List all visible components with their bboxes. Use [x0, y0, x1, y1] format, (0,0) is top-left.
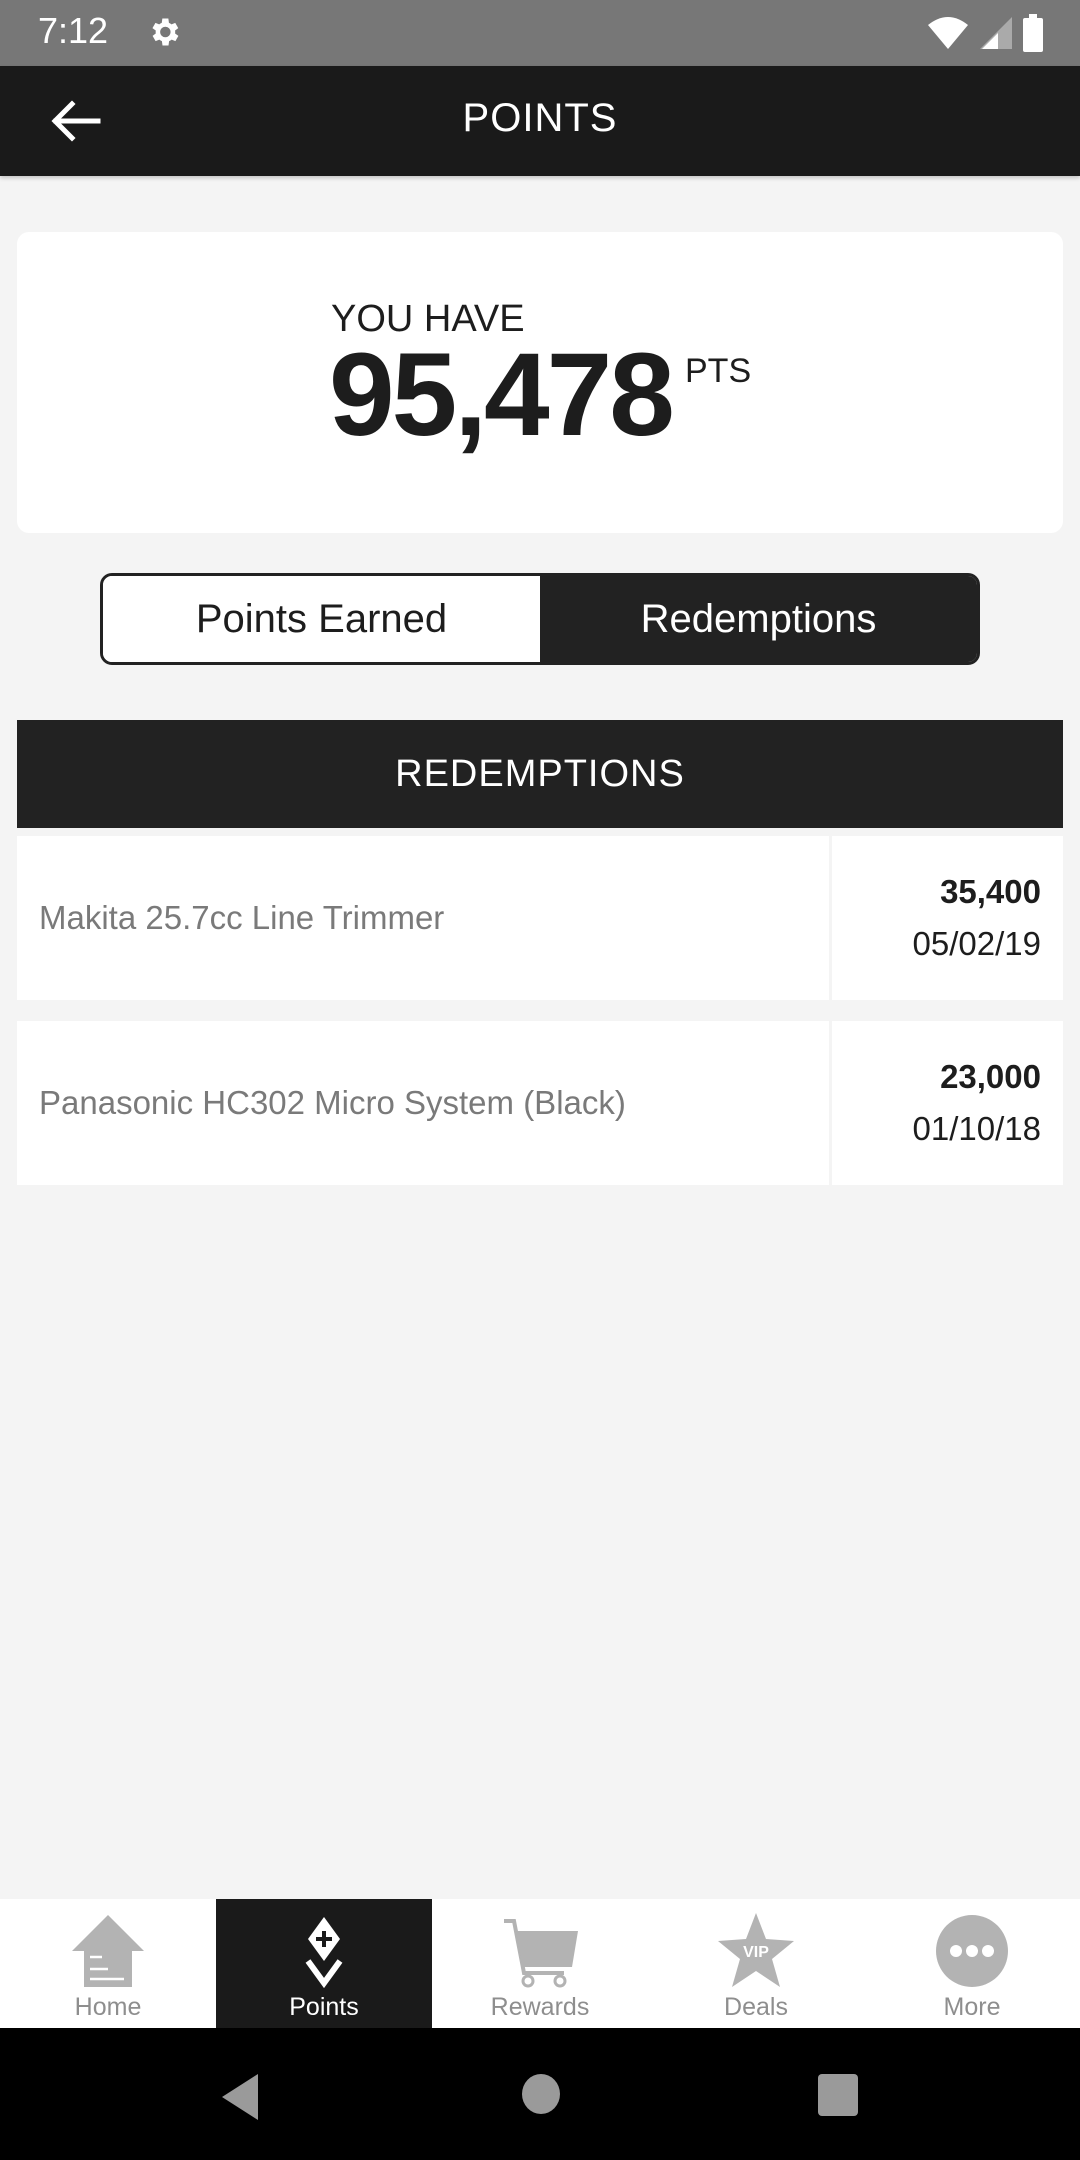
home-icon: [72, 1915, 144, 1987]
points-view-toggle: Points Earned Redemptions: [100, 573, 980, 665]
tab-redemptions[interactable]: Redemptions: [540, 576, 977, 662]
points-balance: 95,478: [329, 329, 675, 461]
settings-icon: [152, 18, 179, 46]
page-title: POINTS: [462, 96, 618, 140]
redemption-points: 35,400: [940, 873, 1041, 910]
nav-item-home[interactable]: Home: [0, 1899, 216, 2028]
redemption-item-name: Makita 25.7cc Line Trimmer: [17, 836, 829, 1000]
table-row[interactable]: Panasonic HC302 Micro System (Black) 23,…: [17, 1021, 1063, 1185]
redemption-date: 05/02/19: [912, 925, 1041, 962]
cart-icon: [504, 1919, 578, 1988]
status-bar: 7:12: [0, 0, 1080, 66]
more-icon: [936, 1915, 1008, 1987]
nav-label-points: Points: [289, 1993, 359, 2021]
system-nav-bar: [0, 2028, 1080, 2160]
tab-points-earned[interactable]: Points Earned: [103, 576, 540, 662]
points-balance-card: YOU HAVE 95,478 PTS: [17, 232, 1063, 533]
table-row[interactable]: Makita 25.7cc Line Trimmer 35,400 05/02/…: [17, 836, 1063, 1000]
nav-item-more[interactable]: More: [864, 1899, 1080, 2028]
points-unit: PTS: [685, 352, 752, 390]
nav-label-deals: Deals: [724, 1993, 788, 2021]
system-recents-icon[interactable]: [816, 2072, 860, 2118]
nav-label-home: Home: [74, 1993, 142, 2021]
nav-item-rewards[interactable]: Rewards: [432, 1899, 648, 2028]
redemption-details: 35,400 05/02/19: [832, 836, 1063, 1000]
signal-icon: [980, 17, 1012, 49]
status-time: 7:12: [38, 10, 109, 51]
bottom-nav: Home Points Rewards VIP Deals More: [0, 1899, 1080, 2028]
nav-label-rewards: Rewards: [490, 1993, 590, 2021]
wifi-icon: [928, 17, 968, 49]
nav-label-more: More: [943, 1993, 1001, 2021]
battery-icon: [1023, 14, 1043, 52]
section-header: REDEMPTIONS: [17, 720, 1063, 828]
points-icon: [305, 1917, 343, 1989]
app-bar: POINTS: [0, 66, 1080, 176]
redemption-date: 01/10/18: [912, 1110, 1041, 1147]
redemption-details: 23,000 01/10/18: [832, 1021, 1063, 1185]
nav-item-points[interactable]: Points: [216, 1899, 432, 2028]
redemption-points: 23,000: [940, 1058, 1041, 1095]
system-back-icon[interactable]: [218, 2072, 264, 2122]
svg-text:VIP: VIP: [743, 1944, 769, 1961]
system-home-icon[interactable]: [520, 2072, 562, 2116]
nav-item-deals[interactable]: VIP Deals: [648, 1899, 864, 2028]
redemption-item-name: Panasonic HC302 Micro System (Black): [17, 1021, 829, 1185]
vip-star-icon: VIP: [718, 1913, 794, 1987]
